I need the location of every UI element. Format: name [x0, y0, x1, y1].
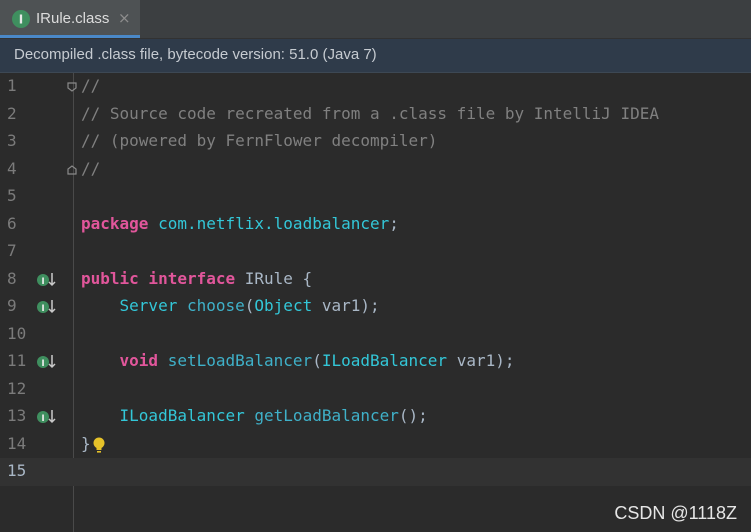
svg-text:I: I	[41, 277, 44, 287]
param-rest: var1);	[447, 351, 515, 370]
interface-declaration: public interface IRule {	[81, 269, 312, 288]
svg-text:I: I	[41, 359, 44, 369]
implemented-down-arrow-icon[interactable]: I	[36, 298, 58, 316]
line-number: 15	[7, 461, 27, 480]
banner-text: Decompiled .class file, bytecode version…	[14, 46, 377, 63]
code-line[interactable]: 4 //	[0, 156, 751, 184]
code-line[interactable]: 10	[0, 321, 751, 349]
method-choose: Server choose(Object var1);	[81, 296, 380, 315]
interface-icon: I	[12, 10, 30, 28]
package-declaration: package com.netflix.loadbalancer;	[81, 214, 399, 233]
comment-text: //	[81, 76, 101, 95]
paren-rest: ();	[398, 406, 428, 425]
implemented-down-arrow-icon[interactable]: I	[36, 408, 58, 426]
svg-text:I: I	[41, 304, 44, 314]
method-name: setLoadBalancer	[158, 351, 313, 370]
closing-brace: }	[81, 433, 91, 453]
line-number: 1	[7, 76, 17, 95]
code-line[interactable]: 2 // Source code recreated from a .class…	[0, 101, 751, 129]
package-name: com.netflix.loadbalancer	[148, 213, 390, 233]
param-rest: var1);	[312, 296, 380, 315]
comment-text: // Source code recreated from a .class f…	[81, 103, 659, 123]
code-line[interactable]: 12	[0, 376, 751, 404]
method-name: choose	[177, 296, 245, 315]
code-line[interactable]: 5	[0, 183, 751, 211]
code-line[interactable]: 13 I ILoadBalancer getLoadBalancer();	[0, 403, 751, 431]
svg-text:I: I	[41, 414, 44, 424]
comment-text: // (powered by FernFlower decompiler)	[81, 131, 438, 150]
keyword-void: void	[81, 351, 159, 370]
line-number: 3	[7, 131, 17, 150]
keyword-public: public	[81, 268, 139, 288]
tab-label: IRule.class	[36, 10, 110, 27]
paren-open: (	[244, 296, 255, 315]
close-icon[interactable]: ×	[118, 9, 131, 27]
code-line[interactable]: 9 I Server choose(Object var1);	[0, 293, 751, 321]
line-number: 9	[7, 296, 17, 315]
line-number: 12	[7, 378, 27, 398]
comment-text: //	[81, 158, 101, 178]
code-editor[interactable]: 1 // 2 // Source code recreated from a .…	[0, 73, 751, 532]
code-line[interactable]: 3 // (powered by FernFlower decompiler)	[0, 128, 751, 156]
return-type: ILoadBalancer	[81, 406, 245, 425]
line-number: 10	[7, 323, 27, 343]
code-line[interactable]: 14 }	[0, 431, 751, 459]
code-line-current[interactable]: 15	[0, 458, 751, 486]
implemented-down-arrow-icon[interactable]: I	[36, 353, 58, 371]
param-type: ILoadBalancer	[321, 351, 448, 370]
line-number: 4	[7, 158, 17, 178]
line-number: 14	[7, 433, 27, 453]
line-number: 6	[7, 213, 17, 233]
watermark: CSDN @1118Z	[614, 503, 737, 523]
fold-icon[interactable]	[66, 81, 78, 93]
line-number: 7	[7, 241, 17, 260]
decompiled-banner: Decompiled .class file, bytecode version…	[0, 39, 751, 73]
line-number: 13	[7, 406, 27, 425]
paren-open: (	[312, 351, 322, 370]
implemented-down-arrow-icon[interactable]: I	[36, 271, 58, 289]
fold-end-icon[interactable]	[66, 164, 78, 176]
interface-name: IRule {	[235, 268, 313, 288]
line-number: 8	[7, 268, 17, 288]
code-line[interactable]: 8 I public interface IRule {	[0, 266, 751, 294]
param-type: Object	[254, 296, 313, 315]
return-type: Server	[81, 296, 178, 315]
semicolon: ;	[389, 213, 399, 233]
line-number: 2	[7, 103, 17, 123]
code-line[interactable]: 7	[0, 238, 751, 266]
method-get-load-balancer: ILoadBalancer getLoadBalancer();	[81, 406, 428, 425]
lightbulb-icon[interactable]	[92, 436, 106, 454]
keyword-interface: interface	[138, 268, 236, 288]
keyword-package: package	[81, 213, 149, 233]
method-name: getLoadBalancer	[244, 406, 399, 425]
tab-irule-class[interactable]: I IRule.class ×	[0, 0, 140, 38]
line-number: 11	[7, 351, 27, 370]
code-line[interactable]: 11 I void setLoadBalancer(ILoadBalancer …	[0, 348, 751, 376]
code-line[interactable]: 1 //	[0, 73, 751, 101]
editor-tab-bar: I IRule.class ×	[0, 0, 751, 39]
svg-text:I: I	[19, 13, 23, 27]
line-number: 5	[7, 186, 17, 205]
code-line[interactable]: 6 package com.netflix.loadbalancer;	[0, 211, 751, 239]
method-set-load-balancer: void setLoadBalancer(ILoadBalancer var1)…	[81, 351, 515, 370]
